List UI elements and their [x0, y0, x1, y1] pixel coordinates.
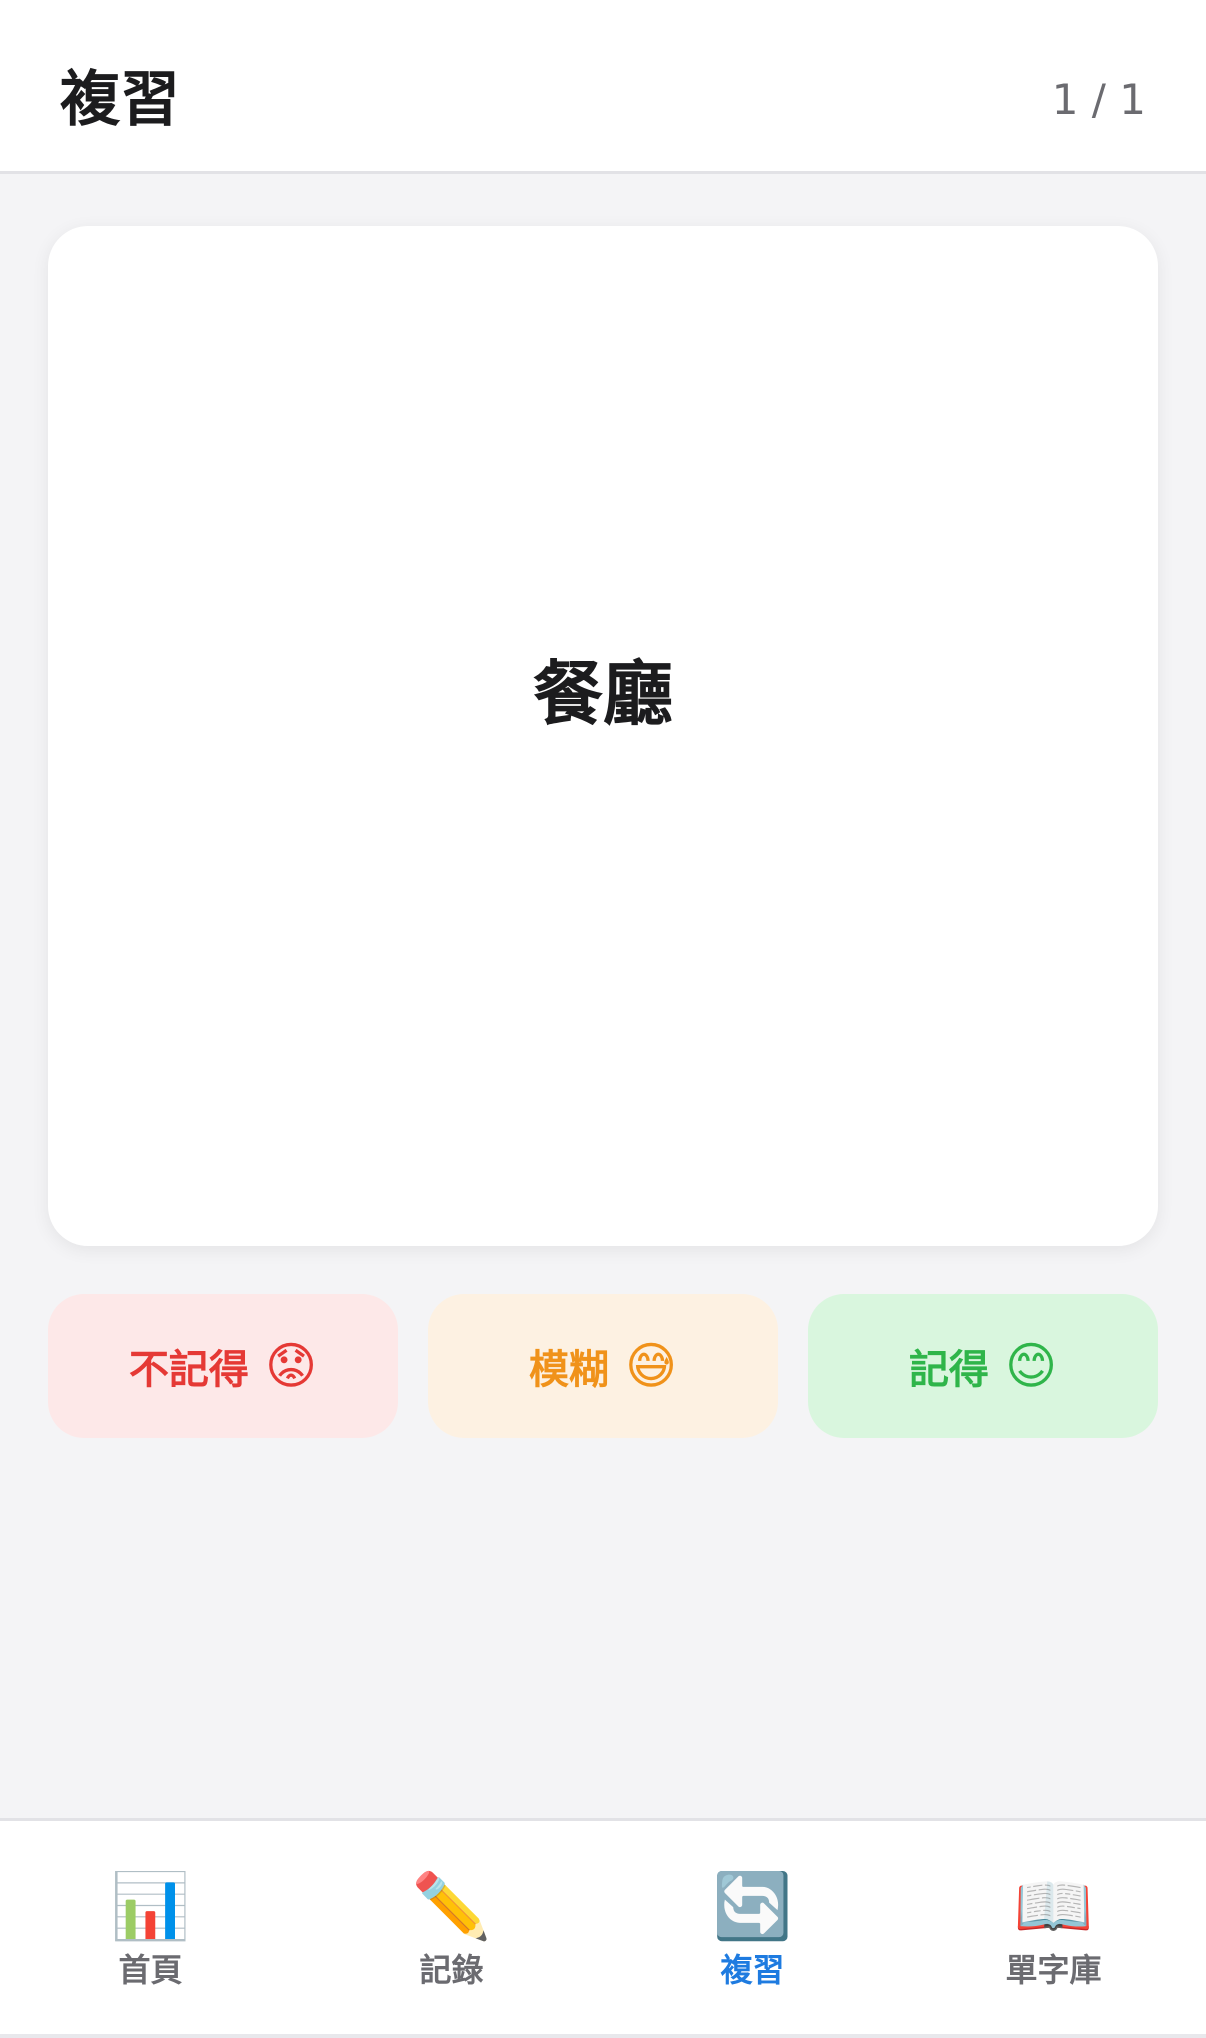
sweat-smile-icon: 😅: [624, 1337, 678, 1395]
tab-review[interactable]: 🔄 複習: [602, 1821, 903, 2038]
header: 複習 1 / 1: [0, 0, 1206, 174]
progress-counter: 1 / 1: [1051, 75, 1146, 124]
flashcard[interactable]: 餐廳: [48, 226, 1158, 1246]
tab-review-label: 複習: [720, 1951, 785, 1989]
pencil-icon: ✏️: [411, 1870, 492, 1944]
vague-label: 模糊: [528, 1347, 609, 1393]
flashcard-word: 餐廳: [533, 653, 673, 735]
tab-vocabulary[interactable]: 📖 單字庫: [903, 1821, 1204, 2038]
open-book-icon: 📖: [1013, 1870, 1094, 1944]
forget-label: 不記得: [128, 1347, 249, 1393]
tab-vocabulary-label: 單字庫: [1005, 1951, 1102, 1989]
worried-face-icon: 😟: [264, 1337, 318, 1395]
page-title: 複習: [60, 65, 180, 135]
tab-record[interactable]: ✏️ 記錄: [301, 1821, 602, 2038]
tab-record-label: 記錄: [419, 1951, 484, 1989]
smile-icon: 😊: [1004, 1337, 1058, 1395]
tab-home[interactable]: 📊 首頁: [0, 1821, 301, 2038]
remember-button[interactable]: 記得 😊: [808, 1294, 1158, 1438]
refresh-icon: 🔄: [712, 1870, 793, 1944]
answer-buttons: 不記得 😟 模糊 😅 記得 😊: [48, 1294, 1158, 1438]
vague-button[interactable]: 模糊 😅: [428, 1294, 778, 1438]
tab-home-label: 首頁: [118, 1951, 183, 1989]
tab-bar: 📊 首頁 ✏️ 記錄 🔄 複習 📖 單字庫: [0, 1818, 1206, 2038]
flashcard-word-wrap: 餐廳: [48, 649, 1158, 739]
remember-label: 記得: [908, 1347, 989, 1393]
bar-chart-icon: 📊: [110, 1870, 191, 1944]
bottom-divider: [0, 2034, 1206, 2038]
forget-button[interactable]: 不記得 😟: [48, 1294, 398, 1438]
